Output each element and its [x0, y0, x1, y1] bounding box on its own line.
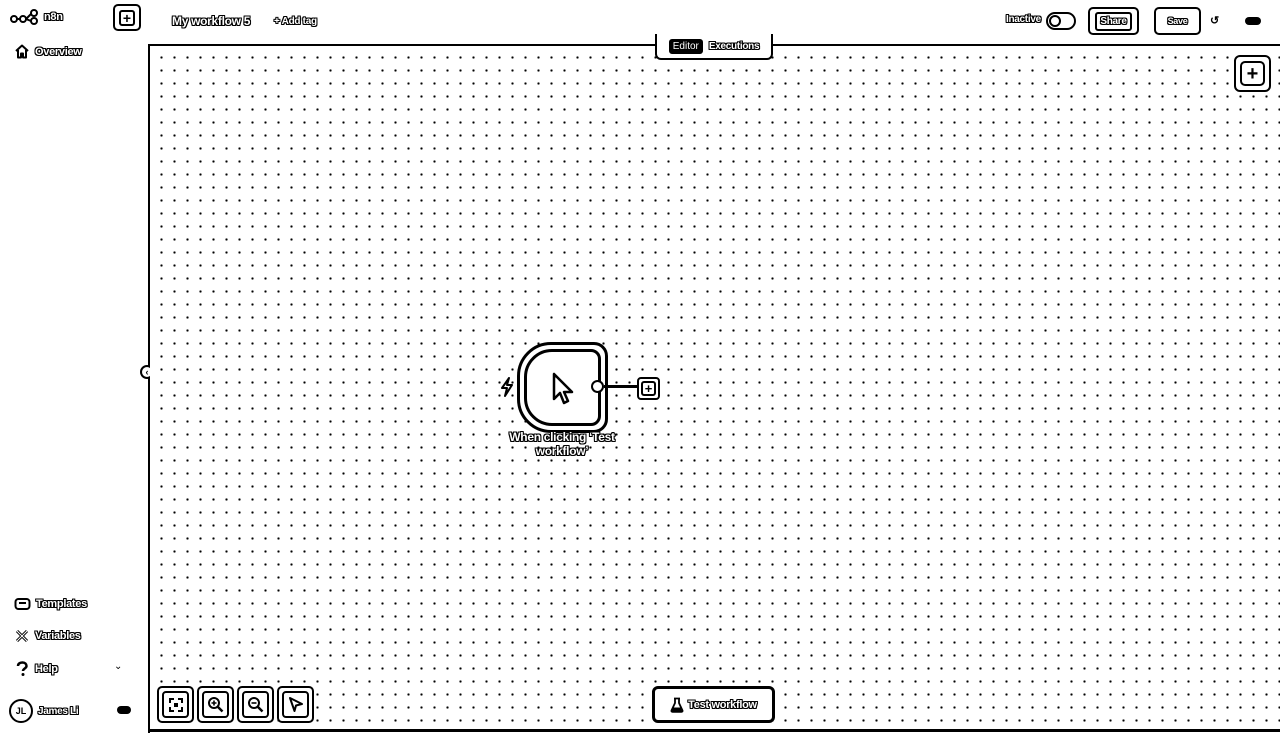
logo-text: n8n — [44, 11, 63, 23]
tab-editor[interactable]: Editor — [668, 38, 703, 54]
add-node-button[interactable]: + — [1234, 55, 1271, 92]
canvas-bottom-edge — [150, 729, 1280, 732]
workflow-status-label: Inactive — [1006, 14, 1041, 25]
node-add-next-button[interactable]: + — [637, 377, 660, 400]
zoom-in-icon — [208, 697, 224, 713]
sidebar-item-label: Variables — [35, 630, 81, 642]
zoom-to-fit-button[interactable] — [157, 686, 194, 723]
plus-icon: + — [641, 381, 656, 396]
sidebar-item-overview[interactable]: Overview — [14, 44, 82, 59]
home-icon — [15, 44, 29, 59]
question-icon — [16, 661, 28, 676]
share-button[interactable]: Share — [1088, 7, 1139, 35]
workflow-name[interactable]: My workflow 5 — [172, 14, 250, 28]
save-button[interactable]: Save — [1154, 7, 1201, 35]
more-options-icon[interactable] — [1245, 17, 1261, 25]
variables-icon — [15, 629, 29, 643]
user-profile[interactable]: JL James Li — [9, 699, 79, 723]
history-icon[interactable]: ↺ — [1210, 14, 1219, 27]
node-label: When clicking ‘Test workflow’ — [509, 430, 615, 458]
create-new-button[interactable]: + — [113, 4, 141, 31]
n8n-logo[interactable]: n8n — [10, 9, 63, 25]
flask-icon — [670, 697, 684, 713]
sidebar-item-label: Templates — [36, 598, 87, 610]
n8n-logo-icon — [10, 9, 38, 25]
sidebar-item-templates[interactable]: Templates — [14, 597, 87, 611]
fit-icon — [168, 697, 183, 712]
sidebar: n8n + Overview Templates Variables Help … — [0, 0, 148, 733]
workflow-canvas[interactable] — [150, 46, 1280, 730]
user-name: James Li — [38, 705, 79, 717]
chevron-down-icon[interactable]: ⌄ — [114, 661, 122, 672]
add-tag-button[interactable]: + Add tag — [274, 16, 317, 27]
sidebar-item-label: Help — [35, 663, 58, 675]
plus-icon: + — [1240, 61, 1265, 86]
share-button-label: Share — [1095, 11, 1132, 31]
test-workflow-button[interactable]: Test workflow — [652, 686, 775, 723]
node-output-handle[interactable] — [591, 380, 604, 393]
node-body — [524, 349, 601, 426]
tab-executions[interactable]: Executions — [709, 41, 760, 52]
view-tabs: Editor Executions — [655, 34, 773, 60]
zoom-out-icon — [248, 697, 264, 713]
box-icon — [14, 598, 31, 610]
user-menu-icon[interactable] — [117, 706, 131, 714]
cursor-icon — [552, 372, 573, 404]
tidy-up-button[interactable] — [277, 686, 314, 723]
avatar: JL — [9, 699, 33, 723]
bolt-icon — [501, 377, 513, 397]
zoom-in-button[interactable] — [197, 686, 234, 723]
sidebar-item-help[interactable]: Help — [14, 661, 58, 677]
test-workflow-label: Test workflow — [688, 698, 757, 711]
plus-icon: + — [119, 9, 135, 26]
active-toggle[interactable] — [1046, 12, 1076, 30]
sidebar-item-label: Overview — [35, 45, 82, 58]
sidebar-item-variables[interactable]: Variables — [14, 629, 81, 643]
toggle-knob — [1049, 15, 1061, 27]
wand-icon — [289, 697, 303, 712]
zoom-out-button[interactable] — [237, 686, 274, 723]
node-connector-line — [604, 385, 638, 388]
